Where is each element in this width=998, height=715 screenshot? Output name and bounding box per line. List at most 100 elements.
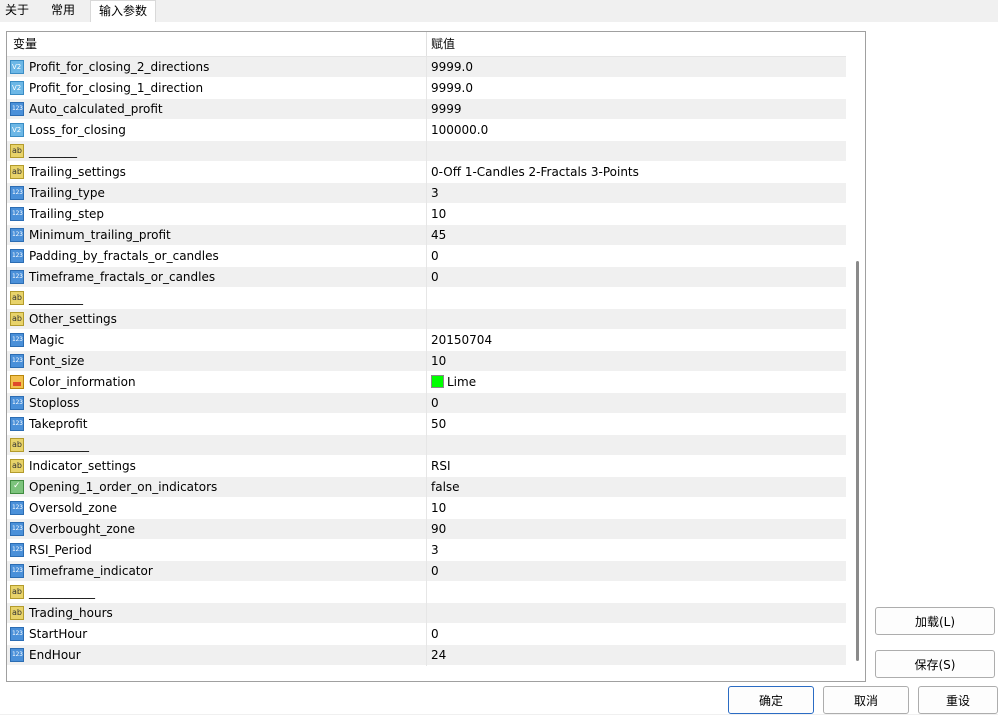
string-type-icon [10,438,24,452]
parameter-value[interactable]: 0-Off 1-Candles 2-Fractals 3-Points [431,162,639,182]
parameter-name: ___________ [29,585,95,599]
column-divider [426,120,427,141]
table-row[interactable]: Auto_calculated_profit 9999 [7,99,846,120]
color-swatch [431,375,444,388]
parameter-value[interactable]: 3 [431,540,439,560]
parameter-name: Padding_by_fractals_or_candles [29,249,219,263]
table-row[interactable]: Color_information Lime [7,372,846,393]
integer-type-icon [10,333,24,347]
table-row[interactable]: ________ [7,141,846,162]
parameter-value[interactable]: 9999.0 [431,57,473,77]
column-divider [426,99,427,120]
table-row[interactable]: ___________ [7,582,846,603]
parameter-name: Oversold_zone [29,501,118,515]
parameter-value[interactable]: 3 [431,183,439,203]
parameter-value[interactable]: 24 [431,645,446,665]
table-row[interactable]: Opening_1_order_on_indicators false [7,477,846,498]
column-divider [426,498,427,519]
integer-type-icon [10,102,24,116]
table-row[interactable]: Magic 20150704 [7,330,846,351]
double-type-icon [10,60,24,74]
table-row[interactable]: Other_settings [7,309,846,330]
parameter-name: RSI_Period [29,543,92,557]
table-row[interactable]: Stoploss 0 [7,393,846,414]
table-row[interactable]: Profit_for_closing_1_direction 9999.0 [7,78,846,99]
tab-about[interactable]: 关于 [0,0,34,21]
column-divider [426,477,427,498]
table-row[interactable]: Profit_for_closing_2_directions 9999.0 [7,57,846,78]
parameter-name: __________ [29,438,89,452]
table-row[interactable]: _________ [7,288,846,309]
parameter-value[interactable]: 9999.0 [431,78,473,98]
table-row[interactable]: Takeprofit 50 [7,414,846,435]
parameter-value[interactable]: 0 [431,246,439,266]
parameter-value[interactable]: false [431,477,460,497]
parameter-value[interactable]: 90 [431,519,446,539]
table-row[interactable]: Trailing_type 3 [7,183,846,204]
cancel-button[interactable]: 取消 [823,686,909,714]
parameter-name: ________ [29,144,77,158]
table-row[interactable]: Timeframe_indicator 0 [7,561,846,582]
table-row[interactable]: Trading_hours [7,603,846,624]
parameter-value[interactable]: 45 [431,225,446,245]
string-type-icon [10,165,24,179]
save-button[interactable]: 保存(S) [875,650,995,678]
table-row[interactable]: Padding_by_fractals_or_candles 0 [7,246,846,267]
parameter-value[interactable]: 0 [431,267,439,287]
parameter-value[interactable]: 0 [431,561,439,581]
parameter-name: Other_settings [29,312,117,326]
column-divider [426,162,427,183]
parameter-name: Trailing_type [29,186,105,200]
column-divider [426,267,427,288]
parameter-value[interactable]: RSI [431,456,451,476]
load-button[interactable]: 加载(L) [875,607,995,635]
table-row[interactable]: StartHour 0 [7,624,846,645]
parameter-value[interactable]: 10 [431,351,446,371]
string-type-icon [10,585,24,599]
table-row[interactable]: Loss_for_closing 100000.0 [7,120,846,141]
table-row[interactable]: Font_size 10 [7,351,846,372]
parameter-name: Profit_for_closing_1_direction [29,81,204,95]
parameter-value[interactable]: 50 [431,414,446,434]
parameter-value[interactable]: Lime [431,372,476,392]
parameter-name: Loss_for_closing [29,123,126,137]
parameter-value[interactable]: 10 [431,204,446,224]
integer-type-icon [10,354,24,368]
table-row[interactable]: EndHour 24 [7,645,846,666]
parameter-name: StartHour [29,627,88,641]
parameter-value[interactable]: 0 [431,624,439,644]
parameter-value[interactable]: 10 [431,498,446,518]
vertical-scrollbar[interactable] [852,32,864,681]
column-header-value[interactable]: 赋值 [431,32,455,56]
table-row[interactable]: Oversold_zone 10 [7,498,846,519]
column-divider [426,183,427,204]
column-divider [426,57,427,78]
parameter-value[interactable]: 100000.0 [431,120,488,140]
column-divider [426,393,427,414]
table-row[interactable]: __________ [7,435,846,456]
reset-button[interactable]: 重设 [918,686,998,714]
integer-type-icon [10,186,24,200]
parameter-name: Font_size [29,354,85,368]
table-row[interactable]: RSI_Period 3 [7,540,846,561]
scrollbar-thumb[interactable] [856,261,859,661]
column-divider[interactable] [426,32,427,56]
table-row[interactable]: Overbought_zone 90 [7,519,846,540]
parameter-value[interactable]: 0 [431,393,439,413]
column-divider [426,225,427,246]
parameter-name: Auto_calculated_profit [29,102,163,116]
column-divider [426,141,427,162]
table-row[interactable]: Indicator_settings RSI [7,456,846,477]
parameter-value[interactable]: 20150704 [431,330,492,350]
column-header-variable[interactable]: 变量 [13,32,37,56]
tab-input-parameters[interactable]: 输入参数 [90,0,156,23]
column-divider [426,246,427,267]
ok-button[interactable]: 确定 [728,686,814,714]
parameter-name: _________ [29,291,83,305]
table-row[interactable]: Timeframe_fractals_or_candles 0 [7,267,846,288]
tab-common[interactable]: 常用 [42,0,84,21]
table-row[interactable]: Trailing_step 10 [7,204,846,225]
table-row[interactable]: Minimum_trailing_profit 45 [7,225,846,246]
parameter-value[interactable]: 9999 [431,99,462,119]
table-row[interactable]: Trailing_settings 0-Off 1-Candles 2-Fract… [7,162,846,183]
